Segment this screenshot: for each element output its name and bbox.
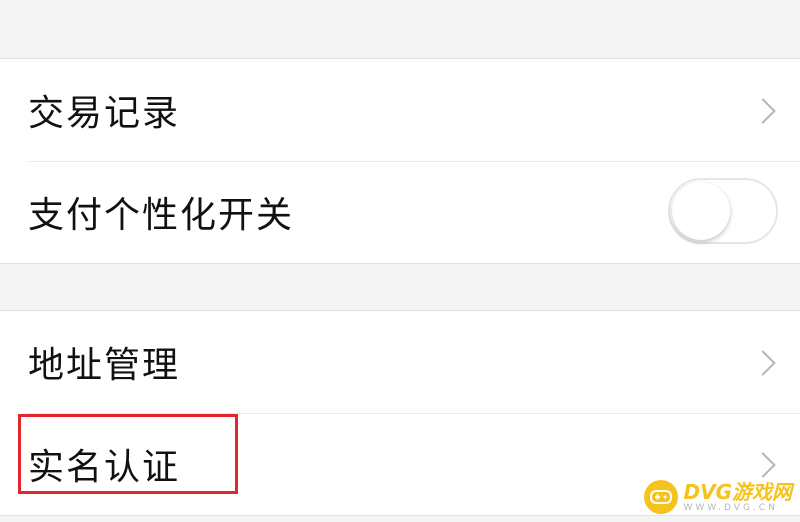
row-label-address-management: 地址管理	[28, 345, 181, 386]
watermark-subtitle: WWW.DVG.CN	[683, 502, 778, 513]
gamepad-icon	[643, 480, 678, 514]
chevron-right-icon	[750, 350, 776, 376]
row-label-transaction-records: 交易记录	[28, 93, 181, 134]
section-spacer-top	[0, 0, 800, 58]
watermark-text: DVG游戏网 WWW.DVG.CN	[684, 482, 793, 513]
row-address-management[interactable]: 地址管理	[0, 311, 800, 413]
settings-screen: 交易记录 支付个性化开关 地址管理 实名认证 DVG游戏网 WWW.DVG.CN	[0, 0, 800, 522]
payment-personalization-toggle[interactable]	[668, 178, 778, 244]
section-spacer-middle	[0, 264, 800, 310]
row-label-payment-personalization: 支付个性化开关	[28, 195, 295, 236]
chevron-right-icon	[750, 98, 776, 124]
chevron-right-icon	[750, 452, 776, 478]
row-transaction-records[interactable]: 交易记录	[0, 59, 800, 161]
toggle-knob	[672, 182, 730, 240]
watermark: DVG游戏网 WWW.DVG.CN	[643, 480, 793, 514]
watermark-title: DVG游戏网	[683, 479, 793, 504]
row-payment-personalization: 支付个性化开关	[0, 161, 800, 263]
settings-section-payment: 交易记录 支付个性化开关	[0, 58, 800, 264]
row-label-real-name-verification: 实名认证	[28, 447, 181, 488]
